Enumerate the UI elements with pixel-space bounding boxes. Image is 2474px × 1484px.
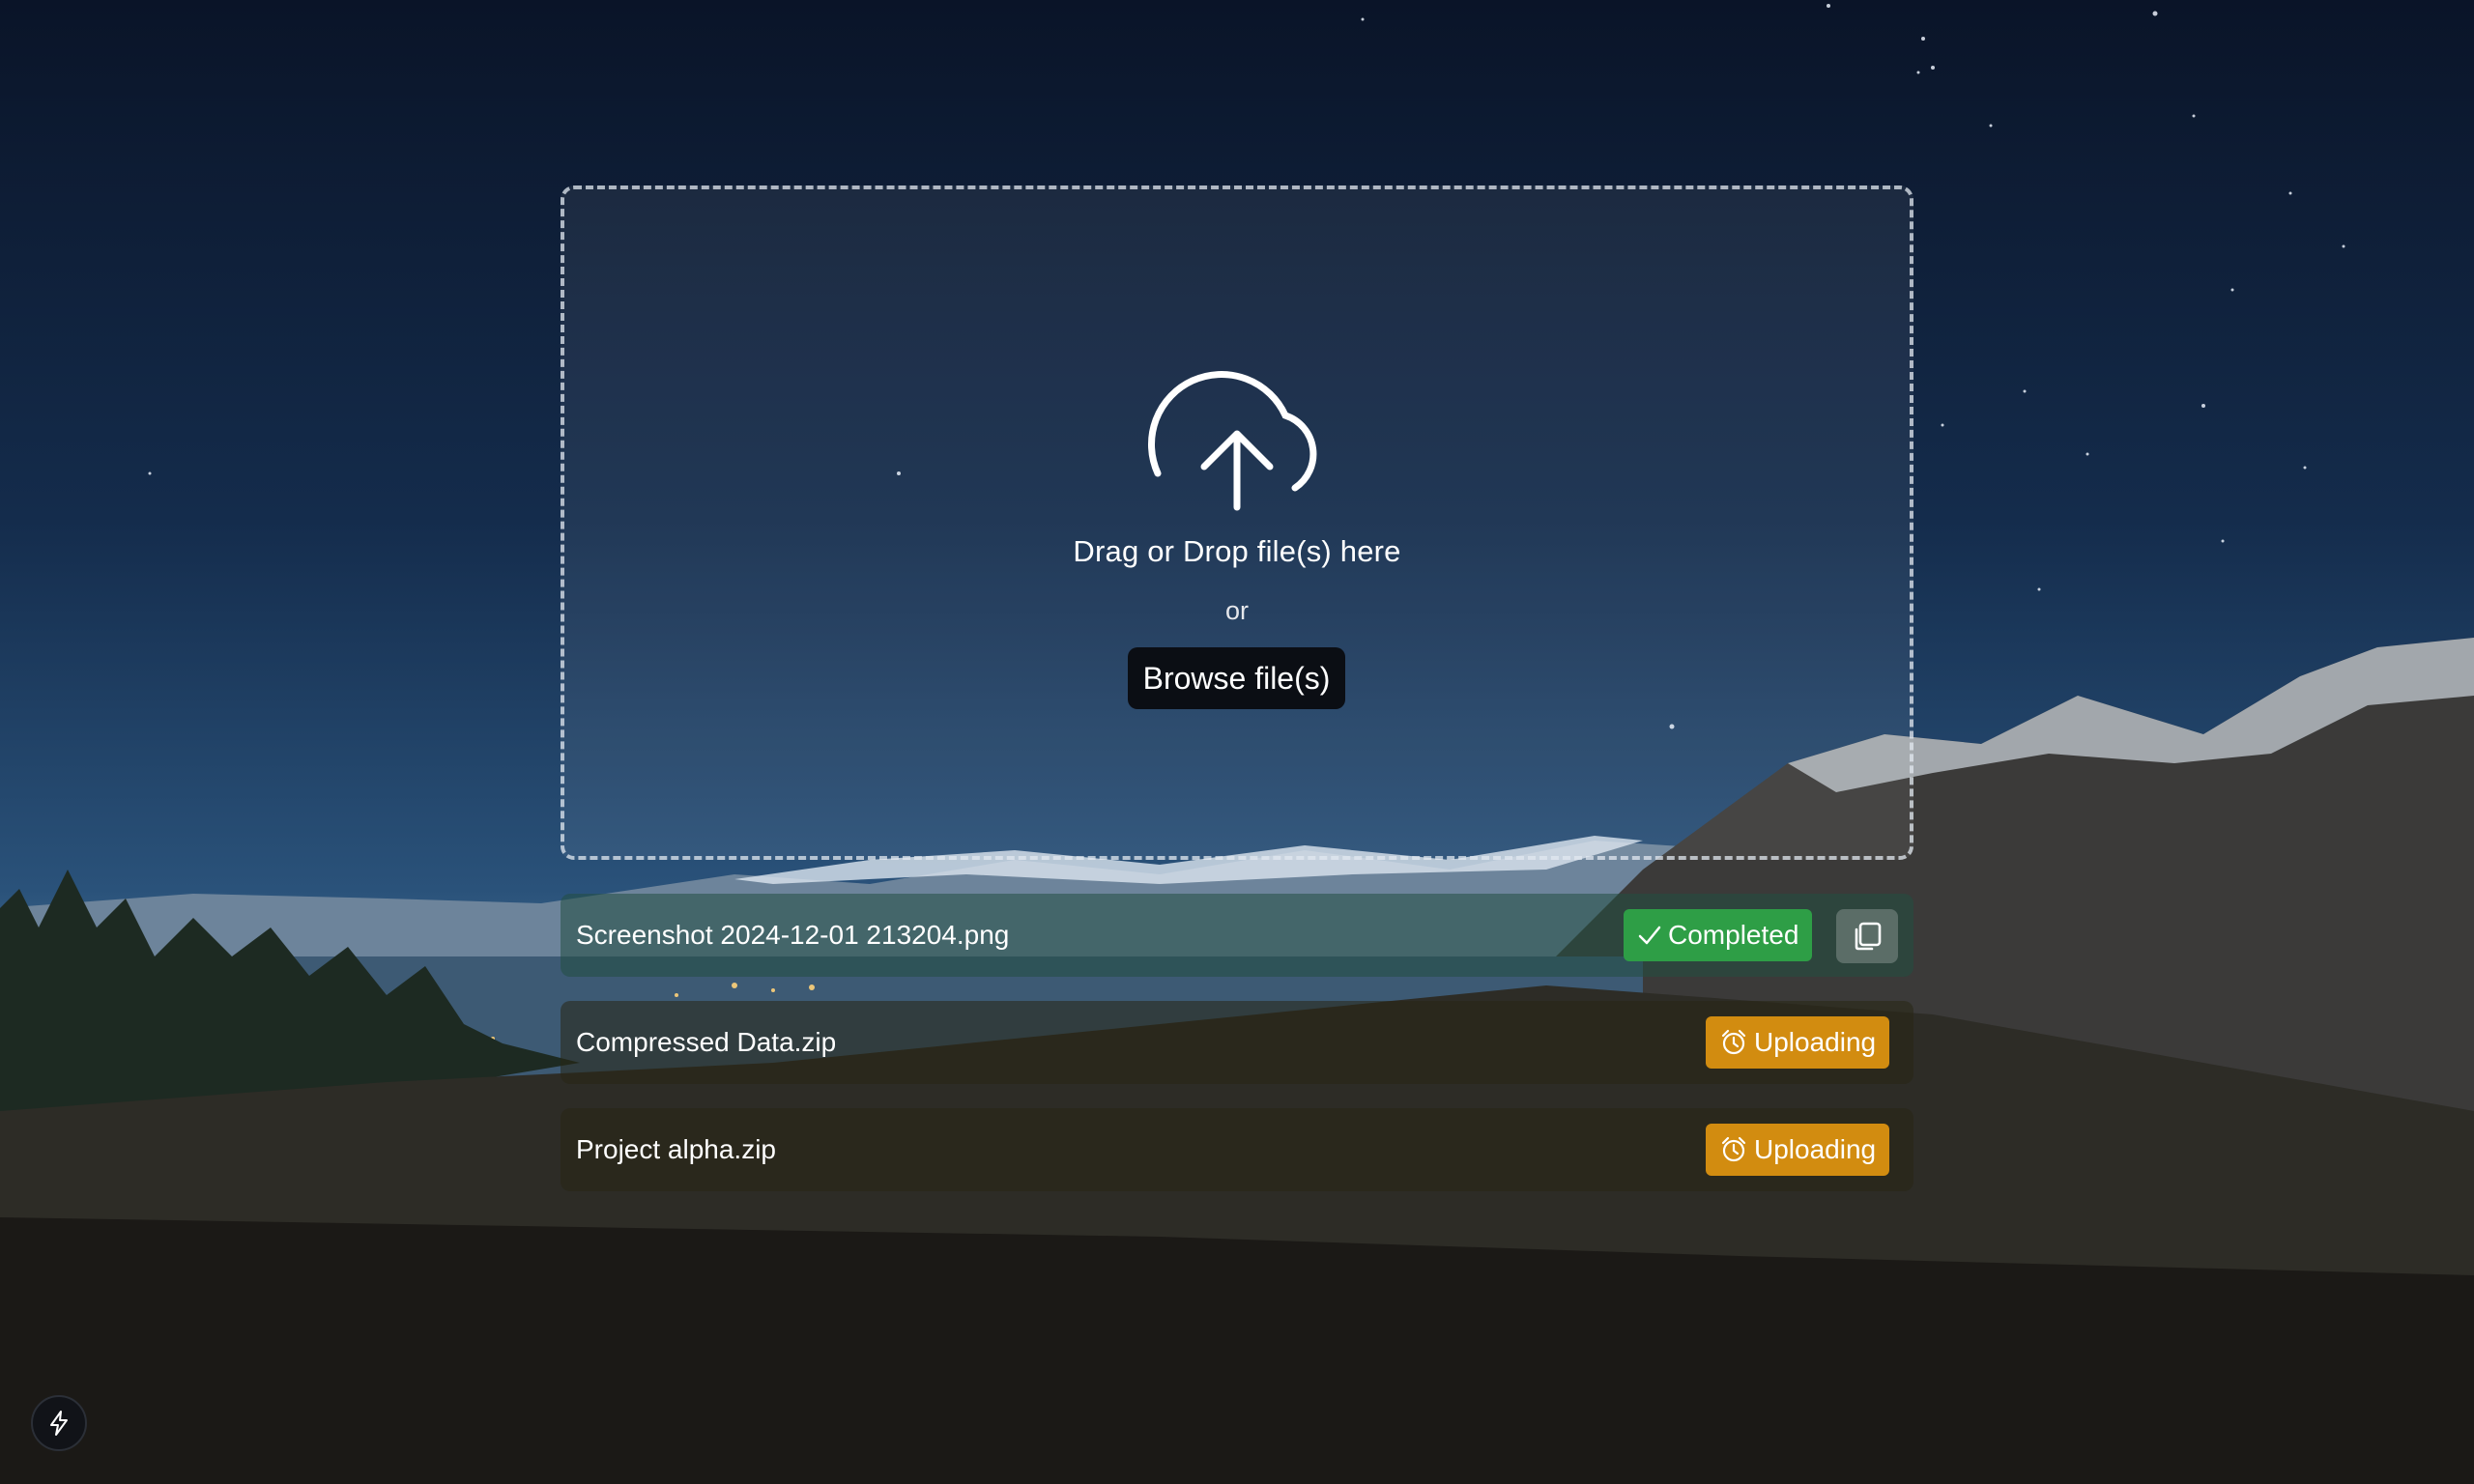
dropzone-prompt: Drag or Drop file(s) here: [1073, 534, 1401, 568]
status-label: Completed: [1668, 920, 1799, 950]
file-name: Compressed Data.zip: [576, 1027, 837, 1057]
lightning-bolt-icon: [50, 1411, 68, 1436]
file-name: Project alpha.zip: [576, 1134, 777, 1164]
file-dropzone[interactable]: [561, 186, 1913, 860]
copy-icon: [1855, 922, 1882, 951]
cloud-upload-icon: [1148, 371, 1317, 511]
status-label: Uploading: [1754, 1134, 1877, 1164]
alarm-clock-icon: [1721, 1136, 1746, 1162]
file-row: Compressed Data.zip 1.43 GB Uploading: [561, 1001, 1913, 1084]
browse-files-button[interactable]: Browse file(s): [1128, 647, 1345, 709]
file-row: Project alpha.zip 15.33 MB Uploading: [561, 1108, 1913, 1191]
lightning-button[interactable]: [31, 1395, 87, 1451]
status-label: Uploading: [1754, 1027, 1877, 1057]
check-icon: [1638, 926, 1661, 945]
file-name: Screenshot 2024-12-01 213204.png: [576, 920, 1010, 950]
status-badge: Completed: [1624, 909, 1813, 961]
status-badge: Uploading: [1706, 1016, 1890, 1069]
alarm-clock-icon: [1721, 1029, 1746, 1055]
status-badge: Uploading: [1706, 1124, 1890, 1176]
copy-button[interactable]: [1836, 909, 1898, 963]
dropzone-or-text: or: [1224, 596, 1249, 625]
file-row: Screenshot 2024-12-01 213204.png 1.95 MB…: [561, 894, 1913, 977]
